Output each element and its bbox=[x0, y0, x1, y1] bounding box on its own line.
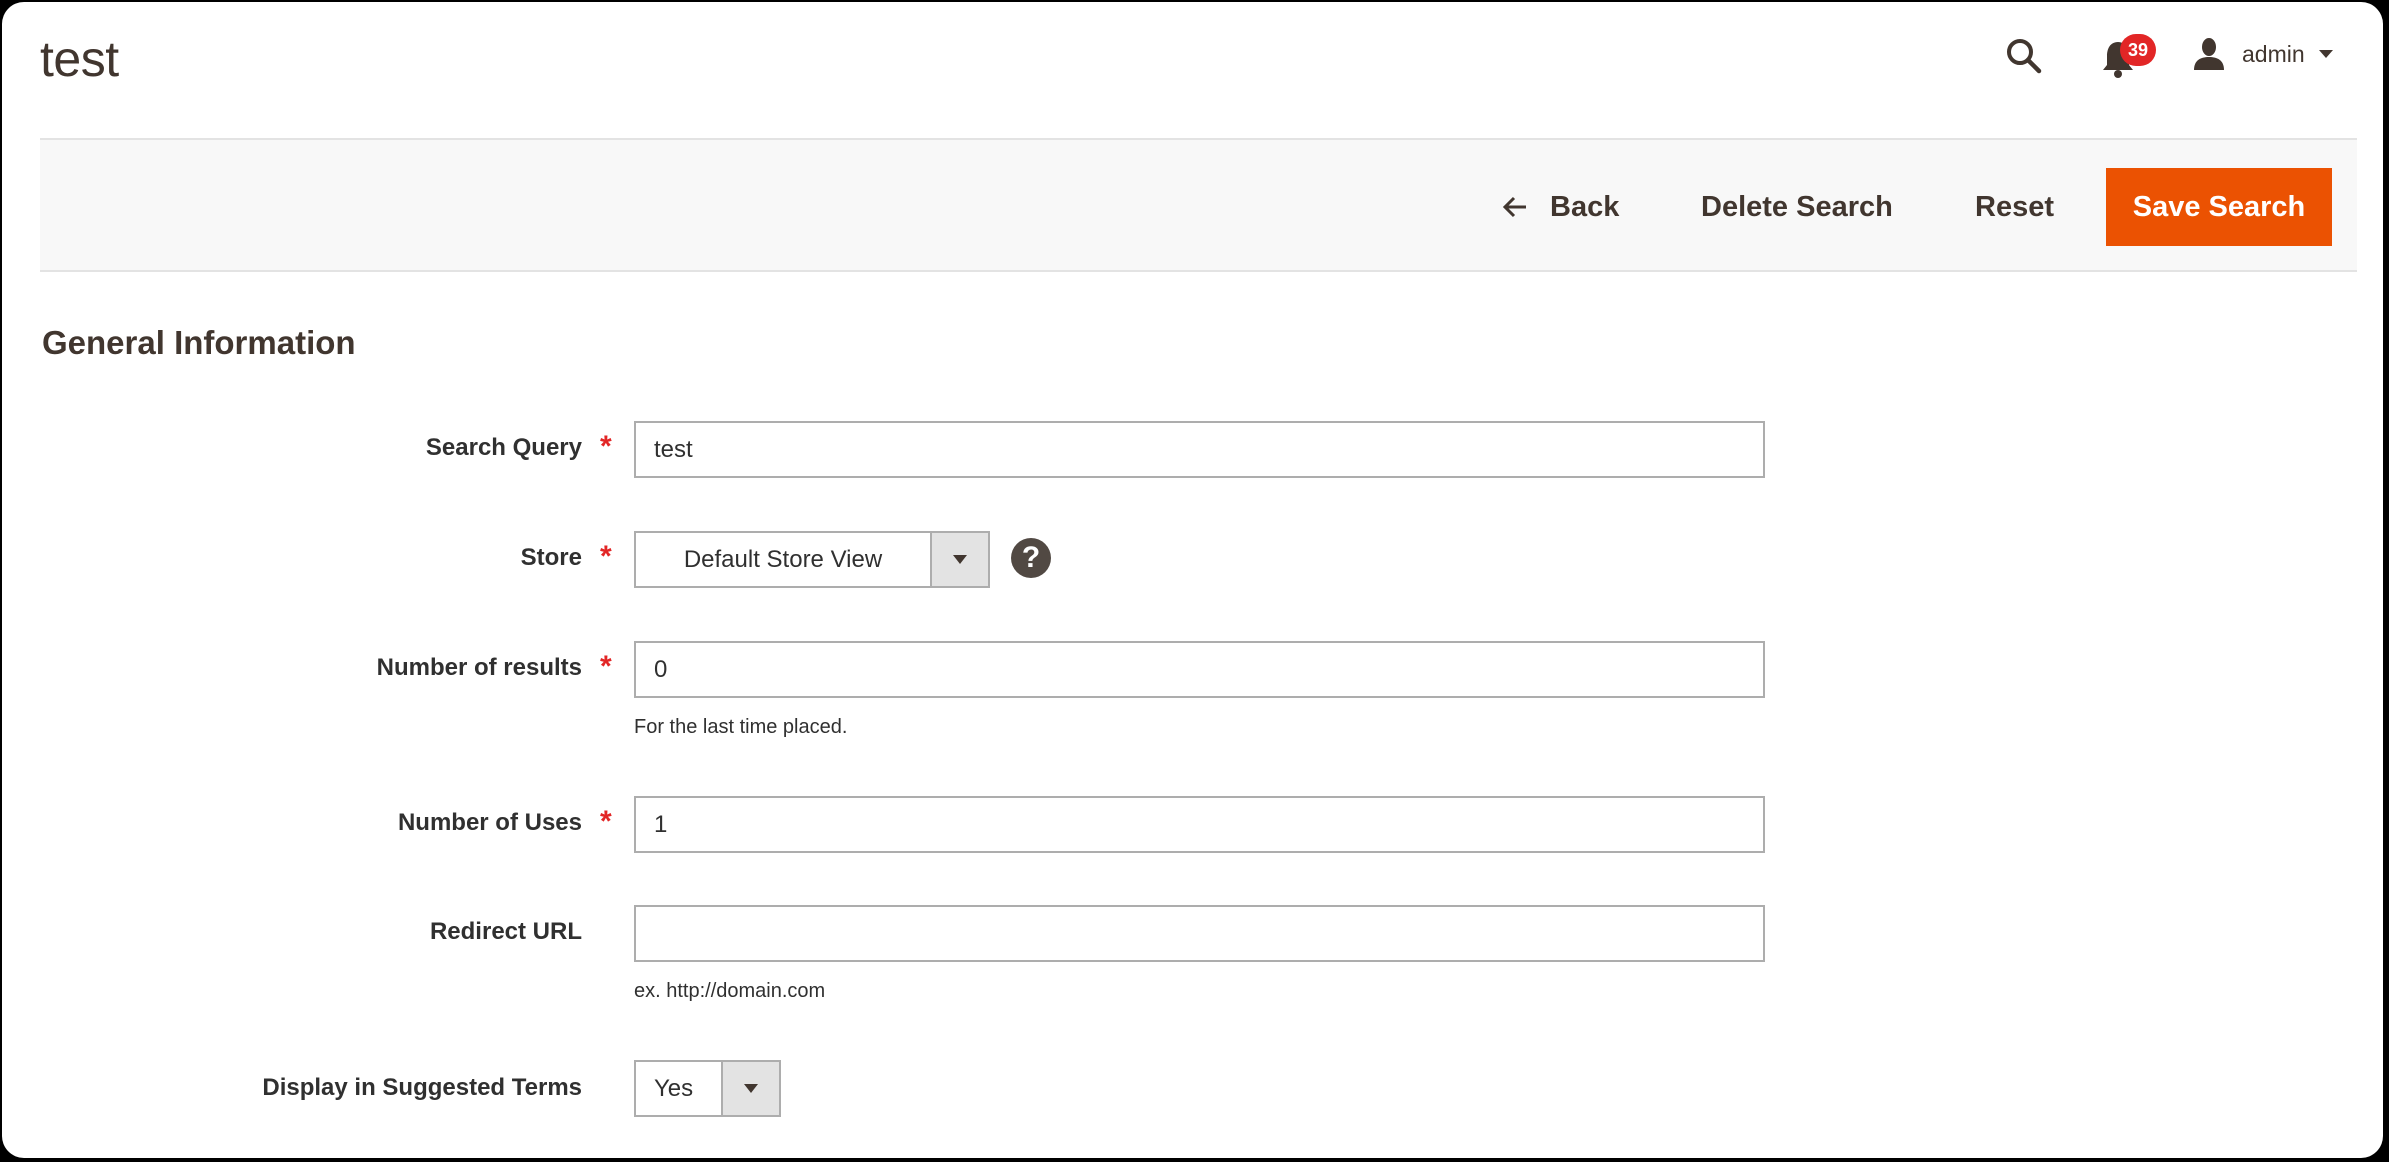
reset-button[interactable]: Reset bbox=[1975, 168, 2054, 246]
search-icon[interactable] bbox=[2004, 36, 2044, 76]
redirect-url-input[interactable] bbox=[634, 905, 1765, 962]
required-indicator: * bbox=[600, 540, 612, 573]
notifications-button[interactable]: 39 bbox=[2100, 32, 2160, 82]
back-label: Back bbox=[1550, 190, 1620, 223]
number-of-uses-label: Number of Uses bbox=[397, 809, 582, 836]
page-actions-toolbar: Back Delete Search Reset Save Search bbox=[40, 138, 2357, 272]
store-select-value: Default Store View bbox=[683, 545, 883, 573]
store-label: Store bbox=[520, 544, 582, 571]
display-suggested-terms-arrow[interactable] bbox=[721, 1062, 779, 1115]
delete-search-button[interactable]: Delete Search bbox=[1701, 168, 1893, 246]
section-title: General Information bbox=[42, 324, 356, 361]
number-of-results-note: For the last time placed. bbox=[634, 716, 848, 738]
caret-down-icon bbox=[953, 555, 967, 564]
save-search-button[interactable]: Save Search bbox=[2106, 168, 2332, 246]
display-suggested-terms-value: Yes bbox=[654, 1074, 694, 1102]
redirect-url-note: ex. http://domain.com bbox=[634, 980, 826, 1002]
display-suggested-terms-select[interactable]: Yes bbox=[634, 1060, 781, 1117]
user-icon bbox=[2194, 38, 2224, 70]
required-indicator: * bbox=[600, 805, 612, 838]
number-of-uses-input[interactable] bbox=[634, 796, 1765, 853]
admin-page: test 39 admin Back Delete Search Reset S… bbox=[2, 2, 2383, 1158]
arrow-left-icon bbox=[1502, 196, 1526, 218]
user-name: admin bbox=[2242, 40, 2305, 67]
redirect-url-label: Redirect URL bbox=[429, 918, 582, 945]
store-select-arrow[interactable] bbox=[930, 533, 988, 586]
required-indicator: * bbox=[600, 430, 612, 463]
store-select[interactable]: Default Store View bbox=[634, 531, 990, 588]
page-title: test bbox=[40, 31, 119, 87]
back-button[interactable]: Back bbox=[1502, 168, 1619, 246]
search-query-input[interactable] bbox=[634, 421, 1765, 478]
caret-down-icon bbox=[744, 1084, 758, 1093]
chevron-down-icon bbox=[2318, 50, 2333, 58]
search-query-label: Search Query bbox=[425, 434, 582, 461]
help-icon[interactable]: ? bbox=[1011, 538, 1051, 578]
display-suggested-terms-label: Display in Suggested Terms bbox=[262, 1074, 582, 1101]
notification-count-badge: 39 bbox=[2120, 34, 2156, 66]
required-indicator: * bbox=[600, 650, 612, 683]
number-of-results-label: Number of results bbox=[376, 654, 582, 681]
user-account-menu[interactable]: admin bbox=[2192, 32, 2333, 76]
number-of-results-input[interactable] bbox=[634, 641, 1765, 698]
